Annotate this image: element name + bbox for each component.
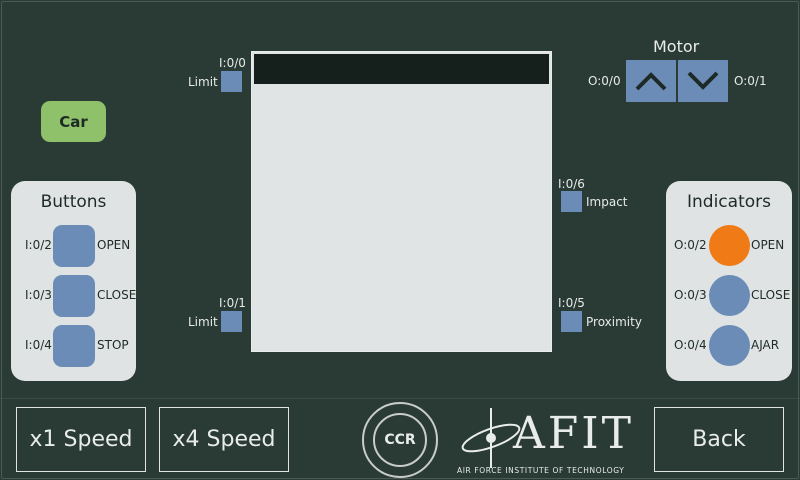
back-button[interactable]: Back [654,407,784,472]
impact-sensor [561,191,582,212]
motor-up-button[interactable] [626,60,676,102]
indicator-open-lamp [709,225,750,266]
car-button[interactable]: Car [41,101,106,142]
limit-top-label: Limit [188,75,218,89]
afit-logo-tagline: Air Force Institute of Technology [457,466,625,475]
indicator-open-label: OPEN [751,238,785,252]
limit-top-sensor [221,71,242,92]
indicator-ajar-address: O:0/4 [674,338,707,352]
button-open-label: OPEN [97,238,131,252]
ccr-logo-text: CCR [373,413,427,467]
x1-speed-button[interactable]: x1 Speed [16,407,146,472]
button-stop-label: STOP [97,338,129,352]
limit-bottom-label: Limit [188,315,218,329]
limit-bottom-address: I:0/1 [219,296,246,310]
motor-up-address: O:0/0 [588,74,621,88]
motor-down-button[interactable] [678,60,728,102]
button-stop-address: I:0/4 [25,338,52,352]
chevron-down-icon [687,71,719,90]
button-open-address: I:0/2 [25,238,52,252]
x4-speed-button[interactable]: x4 Speed [159,407,289,472]
indicator-close-label: CLOSE [751,288,791,302]
footer-separator [0,398,800,399]
ccr-logo: CCR [362,402,438,478]
impact-label: Impact [586,195,628,209]
indicator-close-lamp [709,275,750,316]
stop-button[interactable] [53,325,95,367]
buttons-panel: Buttons I:0/2 OPEN I:0/3 CLOSE I:0/4 STO… [11,181,136,381]
elevator-shaft [251,51,552,352]
motor-title: Motor [653,37,700,56]
limit-top-address: I:0/0 [219,56,246,70]
chevron-up-icon [635,72,667,91]
open-button[interactable] [53,225,95,267]
afit-logo-text: AFIT [513,408,635,459]
indicators-panel-title: Indicators [687,192,771,212]
proximity-label: Proximity [586,315,642,329]
motor-down-address: O:0/1 [734,74,767,88]
indicator-close-address: O:0/3 [674,288,707,302]
indicator-ajar-label: AJAR [751,338,780,352]
close-button[interactable] [53,275,95,317]
proximity-sensor [561,311,582,332]
indicator-ajar-lamp [709,325,750,366]
buttons-panel-title: Buttons [40,192,107,212]
indicator-open-address: O:0/2 [674,238,707,252]
limit-bottom-sensor [221,311,242,332]
button-close-label: CLOSE [97,288,137,302]
proximity-address: I:0/5 [558,296,585,310]
afit-logo: AFIT Air Force Institute of Technology [455,402,631,478]
elevator-car [254,54,549,84]
indicators-panel: Indicators O:0/2 OPEN O:0/3 CLOSE O:0/4 … [666,181,792,381]
impact-address: I:0/6 [558,177,585,191]
button-close-address: I:0/3 [25,288,52,302]
